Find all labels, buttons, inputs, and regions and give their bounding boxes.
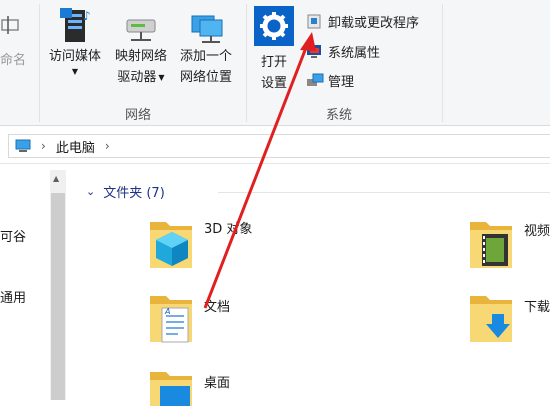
chevron-down-icon: ⌄ xyxy=(86,185,96,198)
dropdown-arrow-icon: ▼ xyxy=(71,67,79,76)
folder-label: 视频 xyxy=(524,224,550,239)
folder-item-3d-objects[interactable]: 3D 对象 xyxy=(148,212,253,268)
open-settings-label-line1: 打开 xyxy=(260,55,287,70)
downloads-folder-icon xyxy=(468,290,516,342)
map-drive-label-line1: 映射网络 xyxy=(114,49,167,64)
breadcrumb-this-pc[interactable]: 此电脑 xyxy=(56,137,95,156)
system-properties-button[interactable]: 系统属性 xyxy=(306,40,380,62)
system-properties-label: 系统属性 xyxy=(328,45,381,61)
3d-objects-folder-icon xyxy=(148,212,196,268)
nav-item[interactable]: 可谷 xyxy=(0,226,26,245)
computer-management-label: 管理 xyxy=(328,74,355,90)
settings-gear-icon xyxy=(254,6,294,46)
folder-item-desktop[interactable]: 桌面 xyxy=(148,366,230,414)
content-area: ⌄ 文件夹 (7) 3D 对象 视频 A 文档 下载 桌面 xyxy=(68,164,550,406)
open-settings-button[interactable]: 打开 设置 xyxy=(252,6,296,94)
section-title: 文件夹 (7) xyxy=(103,186,165,201)
uninstall-program-label: 卸载或更改程序 xyxy=(328,15,420,31)
address-bar[interactable]: › 此电脑 › xyxy=(8,134,550,158)
map-drive-label-line2: 驱动器 xyxy=(117,70,157,85)
ribbon: 命名 ♪ 访问媒体 ▼ 映射网络 驱动器 ▼ 添加一个 网络位置 网络 打开 设… xyxy=(0,0,550,126)
address-bar-area: › 此电脑 › xyxy=(0,126,550,164)
dropdown-arrow-icon: ▼ xyxy=(158,73,165,82)
folders-section-header[interactable]: ⌄ 文件夹 (7) xyxy=(86,182,165,201)
partial-rename-label[interactable]: 命名 xyxy=(0,50,26,71)
section-divider xyxy=(218,192,550,193)
group-separator xyxy=(39,4,40,122)
folder-item-downloads[interactable]: 下载 xyxy=(468,290,550,342)
folder-label: 桌面 xyxy=(204,376,231,391)
computer-management-button[interactable]: 管理 xyxy=(306,69,354,91)
svg-text:A: A xyxy=(164,307,170,316)
network-group-label: 网络 xyxy=(125,108,152,123)
map-drive-icon xyxy=(121,6,161,46)
svg-text:♪: ♪ xyxy=(83,9,91,23)
add-network-location-button[interactable]: 添加一个 网络位置 xyxy=(174,6,238,88)
videos-folder-icon xyxy=(468,214,516,268)
group-separator xyxy=(246,4,247,122)
system-group-label: 系统 xyxy=(326,108,353,123)
group-separator xyxy=(442,4,443,122)
media-server-icon: ♪ xyxy=(55,6,95,46)
computer-management-icon xyxy=(306,71,324,89)
nav-item[interactable]: 通用 xyxy=(0,287,26,306)
breadcrumb-chevron-icon[interactable]: › xyxy=(105,139,110,153)
system-properties-icon xyxy=(306,42,324,60)
folder-label: 下载 xyxy=(524,300,550,315)
uninstall-program-button[interactable]: 卸载或更改程序 xyxy=(306,10,419,32)
folder-label: 3D 对象 xyxy=(204,222,253,237)
scroll-up-arrow-icon[interactable]: ▲ xyxy=(53,174,59,183)
add-location-label-line2: 网络位置 xyxy=(179,70,232,85)
access-media-button[interactable]: ♪ 访问媒体 ▼ xyxy=(44,6,106,77)
breadcrumb-chevron-icon[interactable]: › xyxy=(41,139,46,153)
add-location-label-line1: 添加一个 xyxy=(179,49,232,64)
nav-scrollbar-thumb[interactable] xyxy=(51,193,65,400)
folder-item-documents[interactable]: A 文档 xyxy=(148,290,231,343)
network-location-icon xyxy=(186,6,226,46)
uninstall-program-icon xyxy=(306,12,324,30)
map-network-drive-button[interactable]: 映射网络 驱动器 ▼ xyxy=(110,6,172,88)
documents-folder-icon: A xyxy=(148,290,196,343)
desktop-folder-icon xyxy=(148,366,196,414)
computer-icon xyxy=(15,139,33,153)
folder-item-videos[interactable]: 视频 xyxy=(468,214,550,268)
partial-rename-icon[interactable] xyxy=(0,14,22,40)
folder-label: 文档 xyxy=(204,300,231,315)
access-media-label: 访问媒体 xyxy=(48,49,101,64)
open-settings-label-line2: 设置 xyxy=(260,76,287,91)
